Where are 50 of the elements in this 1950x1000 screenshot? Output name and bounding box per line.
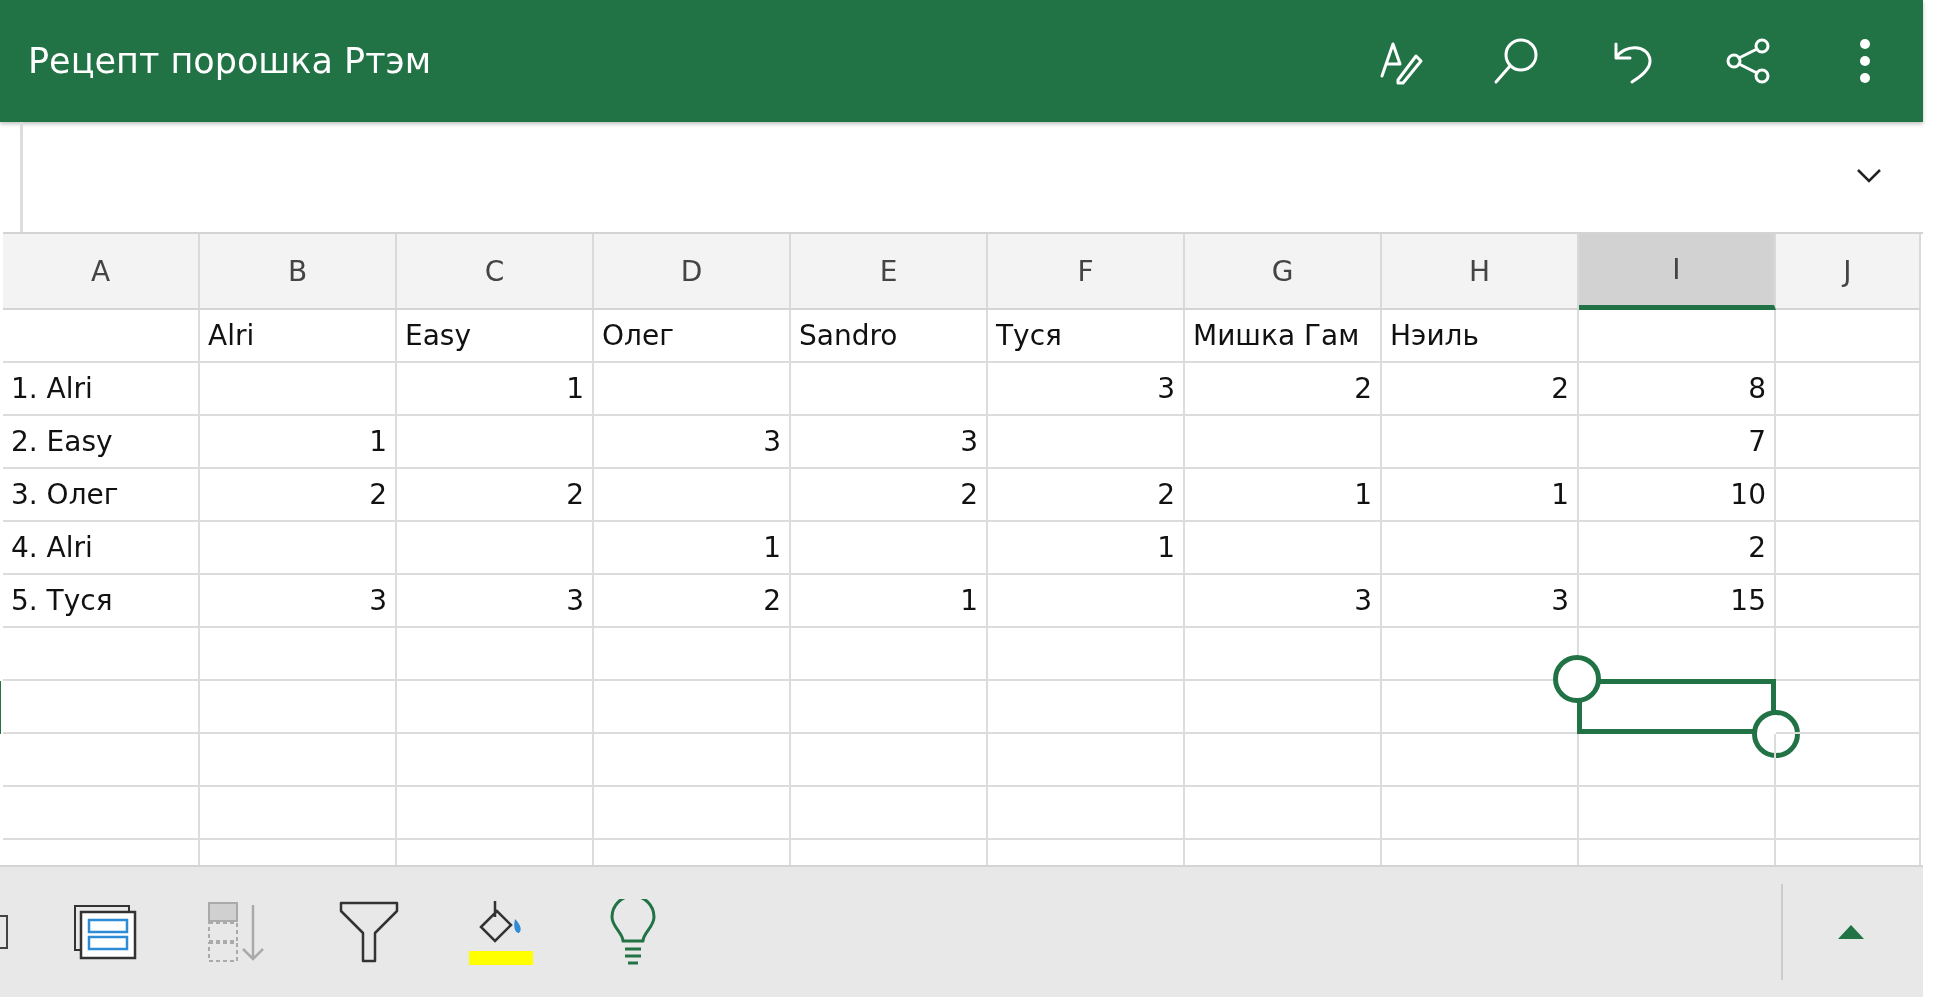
column-header[interactable]: E	[791, 234, 988, 310]
table-cell: 15	[1579, 575, 1776, 628]
table-cell: 2	[594, 575, 791, 628]
table-cell: 2. Easy	[3, 416, 200, 469]
column-header[interactable]: A	[3, 234, 200, 310]
table-cell: 3	[594, 416, 791, 469]
partial-icon	[0, 915, 8, 949]
table-cell: 2	[791, 469, 988, 522]
table-cell: 1	[1382, 469, 1579, 522]
table-cell: 2	[1185, 363, 1382, 416]
workbook-title: Рецепт порошка Ртэм	[28, 41, 433, 81]
table-cell: Sandro	[791, 310, 988, 363]
column-header[interactable]: G	[1185, 234, 1382, 310]
table-cell: 10	[1579, 469, 1776, 522]
column-header[interactable]: D	[594, 234, 791, 310]
table-cell: 3	[397, 575, 594, 628]
table-cell: 3	[988, 363, 1185, 416]
table-cell: 1	[791, 575, 988, 628]
column-header[interactable]: J	[1776, 234, 1921, 310]
table-cell: 1	[988, 522, 1185, 575]
table-cell: 2	[1382, 363, 1579, 416]
table-cell: 1	[200, 416, 397, 469]
column-header[interactable]: I	[1579, 234, 1776, 310]
table-cell: 1	[1185, 469, 1382, 522]
table-cell: 2	[200, 469, 397, 522]
table-cell: 2	[988, 469, 1185, 522]
table-cell: 3	[791, 416, 988, 469]
table-cell: 3. Олег	[3, 469, 200, 522]
table-cell: Туся	[988, 310, 1185, 363]
column-header[interactable]: F	[988, 234, 1185, 310]
table-cell: 2	[1579, 522, 1776, 575]
table-cell: 8	[1579, 363, 1776, 416]
table-cell: 5. Туся	[3, 575, 200, 628]
table-cell: Мишка Гам	[1185, 310, 1382, 363]
table-cell: 1	[594, 522, 791, 575]
table-cell: Alri	[200, 310, 397, 363]
column-header[interactable]: B	[200, 234, 397, 310]
table-cell: Нэиль	[1382, 310, 1579, 363]
table-cell: 1. Alri	[3, 363, 200, 416]
column-header[interactable]: C	[397, 234, 594, 310]
table-cell: 1	[397, 363, 594, 416]
column-header[interactable]: H	[1382, 234, 1579, 310]
table-cell: 7	[1579, 416, 1776, 469]
table-cell: 3	[200, 575, 397, 628]
table-cell: Easy	[397, 310, 594, 363]
table-cell: 3	[1382, 575, 1579, 628]
table-cell: 2	[397, 469, 594, 522]
table-cell: 4. Alri	[3, 522, 200, 575]
table-cell: Олег	[594, 310, 791, 363]
table-cell: 3	[1185, 575, 1382, 628]
